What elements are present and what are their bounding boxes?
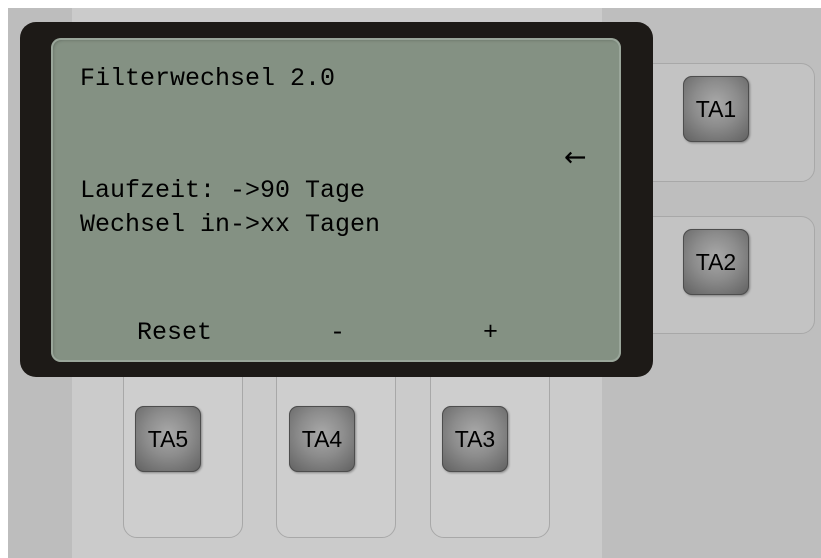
display-runtime-line: Laufzeit: ->90 Tage xyxy=(80,176,366,205)
softkey-plus[interactable]: + xyxy=(483,320,498,345)
ta1-button[interactable]: TA1 xyxy=(683,76,749,142)
ta3-button[interactable]: TA3 xyxy=(442,406,508,472)
ta4-button[interactable]: TA4 xyxy=(289,406,355,472)
left-arrow-icon: ← xyxy=(564,142,587,173)
softkey-minus[interactable]: - xyxy=(330,320,345,345)
ta2-button[interactable]: TA2 xyxy=(683,229,749,295)
softkey-reset[interactable]: Reset xyxy=(137,320,212,345)
display-change-line: Wechsel in->xx Tagen xyxy=(80,210,381,239)
ta5-button[interactable]: TA5 xyxy=(135,406,201,472)
display-title: Filterwechsel 2.0 xyxy=(80,64,336,93)
